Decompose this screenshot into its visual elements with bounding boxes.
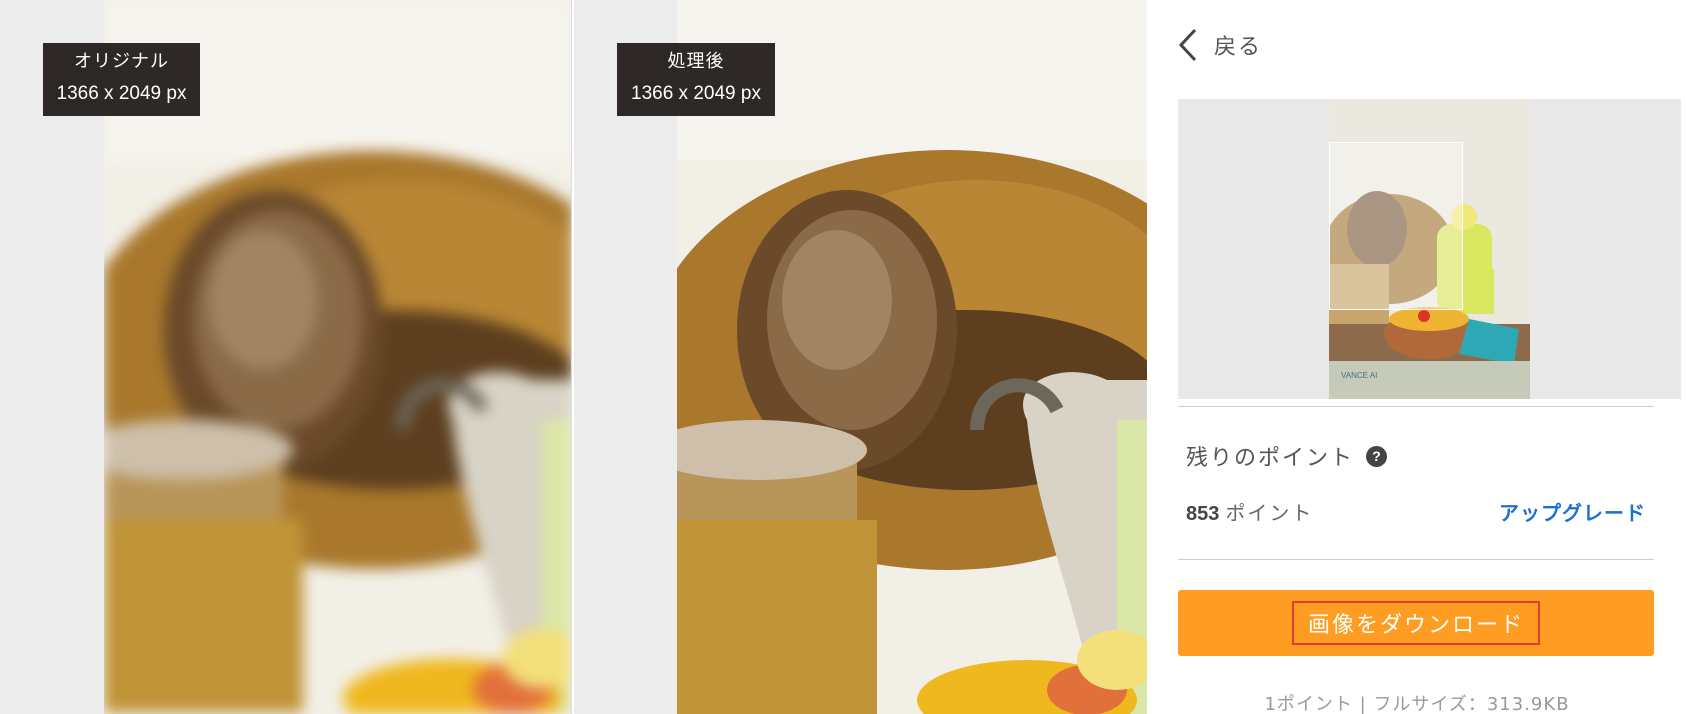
processed-image-pane[interactable]: 処理後 1366 x 2049 px: [574, 0, 1147, 714]
help-icon[interactable]: ?: [1366, 445, 1388, 467]
preview-navigator[interactable]: VANCE AI: [1178, 99, 1681, 399]
original-label: オリジナル: [74, 51, 169, 72]
points-unit: ポイント: [1225, 501, 1314, 525]
divider: [1178, 406, 1654, 407]
download-image-button[interactable]: 画像をダウンロード: [1178, 590, 1654, 656]
thumbnail-watermark: VANCE AI: [1341, 371, 1378, 380]
processed-label: 処理後: [667, 51, 725, 72]
points-balance: 853 ポイント: [1186, 497, 1313, 526]
chevron-left-icon: [1178, 28, 1197, 62]
back-label: 戻る: [1214, 35, 1263, 60]
remaining-points-label: 残りのポイント: [1186, 446, 1355, 471]
back-button[interactable]: 戻る: [1176, 26, 1262, 64]
original-image-pane[interactable]: オリジナル 1366 x 2049 px: [0, 0, 572, 714]
download-cost-note: 1ポイント | フルサイズ：313.9KB: [1264, 694, 1570, 714]
original-info-badge: オリジナル 1366 x 2049 px: [43, 43, 200, 116]
side-panel: 戻る VANCE AI 残りのポイント ? 853 ポイント アップグレード 画像…: [1148, 0, 1686, 714]
remaining-points-title: 残りのポイント ?: [1186, 440, 1388, 472]
app-root: オリジナル 1366 x 2049 px 処理後 1366 x 2049 px …: [0, 0, 1686, 714]
download-button-label: 画像をダウンロード: [1291, 601, 1540, 645]
points-value: 853: [1186, 503, 1220, 525]
viewport-indicator[interactable]: [1329, 142, 1463, 310]
original-dimensions: 1366 x 2049 px: [56, 83, 187, 104]
divider: [1178, 559, 1654, 560]
processed-info-badge: 処理後 1366 x 2049 px: [617, 43, 775, 116]
processed-dimensions: 1366 x 2049 px: [631, 83, 761, 104]
upgrade-link[interactable]: アップグレード: [1499, 497, 1646, 526]
preview-thumbnail: VANCE AI: [1329, 99, 1530, 399]
